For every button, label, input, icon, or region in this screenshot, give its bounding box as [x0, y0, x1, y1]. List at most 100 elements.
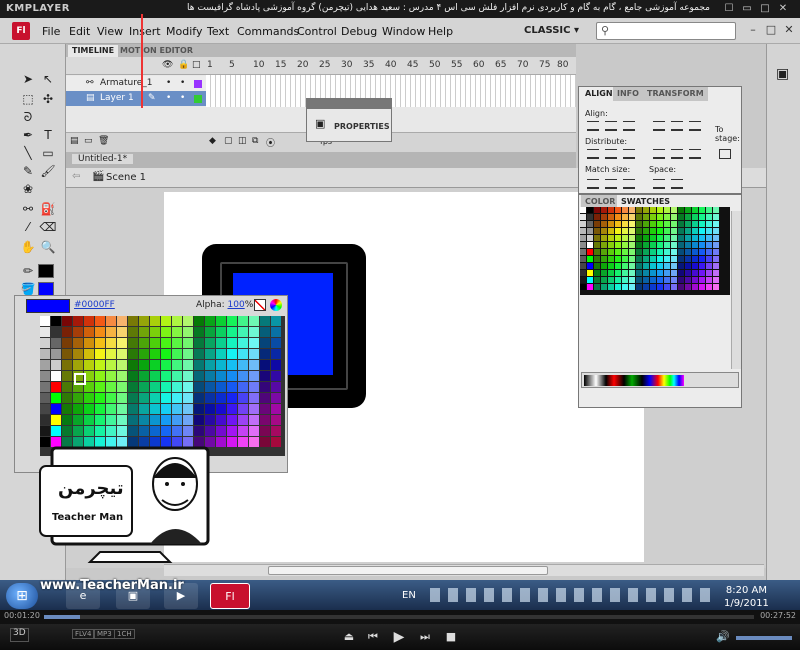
menu-insert[interactable]: Insert — [129, 25, 161, 38]
zoom-tool-icon[interactable]: 🔍 — [38, 238, 58, 256]
color-swatch[interactable] — [601, 256, 607, 262]
color-swatch[interactable] — [587, 249, 593, 255]
app-maximize-button[interactable]: □ — [764, 23, 778, 37]
color-swatch[interactable] — [84, 426, 94, 436]
color-swatch[interactable] — [183, 360, 193, 370]
color-swatch[interactable] — [685, 221, 691, 227]
color-swatch[interactable] — [238, 382, 248, 392]
color-swatch[interactable] — [271, 327, 281, 337]
color-swatch[interactable] — [608, 270, 614, 276]
color-swatch[interactable] — [260, 349, 270, 359]
color-swatch[interactable] — [260, 437, 270, 447]
menu-control[interactable]: Control — [297, 25, 337, 38]
color-swatch[interactable] — [678, 207, 684, 213]
color-swatch[interactable] — [650, 235, 656, 241]
color-swatch[interactable] — [657, 249, 663, 255]
color-swatch[interactable] — [636, 263, 642, 269]
player-minimize-button[interactable]: ☐ — [722, 3, 736, 15]
color-swatch[interactable] — [594, 207, 600, 213]
color-swatch[interactable] — [73, 338, 83, 348]
color-swatch[interactable] — [650, 242, 656, 248]
color-swatch[interactable] — [713, 263, 719, 269]
distribute-vcenter-icon[interactable] — [605, 149, 617, 159]
color-swatch[interactable] — [601, 228, 607, 234]
color-swatch[interactable] — [650, 221, 656, 227]
color-swatch[interactable] — [271, 404, 281, 414]
app-minimize-button[interactable]: – — [746, 23, 760, 37]
color-swatch[interactable] — [227, 371, 237, 381]
ie-taskbar-icon[interactable]: e — [66, 583, 100, 609]
color-swatch[interactable] — [671, 284, 677, 290]
color-swatch[interactable] — [161, 415, 171, 425]
color-swatch[interactable] — [51, 415, 61, 425]
selection-tool-icon[interactable]: ➤ — [18, 70, 38, 88]
color-swatch[interactable] — [40, 382, 50, 392]
color-swatch[interactable] — [657, 270, 663, 276]
color-swatch[interactable] — [40, 360, 50, 370]
color-swatch[interactable] — [636, 228, 642, 234]
color-swatch[interactable] — [216, 349, 226, 359]
color-swatch[interactable] — [678, 228, 684, 234]
color-swatch[interactable] — [216, 393, 226, 403]
color-swatch[interactable] — [128, 415, 138, 425]
color-swatch[interactable] — [183, 349, 193, 359]
color-swatch[interactable] — [172, 382, 182, 392]
system-tray-icons[interactable] — [430, 588, 710, 602]
color-swatch[interactable] — [671, 263, 677, 269]
color-swatch[interactable] — [271, 437, 281, 447]
color-swatch[interactable] — [172, 393, 182, 403]
color-swatch[interactable] — [692, 284, 698, 290]
brush-tool-icon[interactable]: 🖌 — [38, 162, 58, 180]
color-swatch[interactable] — [713, 228, 719, 234]
color-swatch[interactable] — [622, 235, 628, 241]
color-swatch[interactable] — [636, 284, 642, 290]
color-swatch[interactable] — [194, 371, 204, 381]
match-both-icon[interactable] — [623, 179, 635, 189]
align-right-icon[interactable] — [623, 121, 635, 131]
color-swatch[interactable] — [713, 242, 719, 248]
color-swatch[interactable] — [62, 327, 72, 337]
color-swatch[interactable] — [615, 277, 621, 283]
color-swatch[interactable] — [205, 349, 215, 359]
color-swatch[interactable] — [643, 263, 649, 269]
color-swatch[interactable] — [678, 256, 684, 262]
color-swatch[interactable] — [671, 207, 677, 213]
color-swatch[interactable] — [685, 235, 691, 241]
color-swatch[interactable] — [84, 327, 94, 337]
document-tab[interactable]: Untitled-1* — [72, 154, 134, 164]
color-swatch[interactable] — [161, 393, 171, 403]
color-swatch[interactable] — [249, 415, 259, 425]
color-swatch[interactable] — [629, 228, 635, 234]
paint-bucket-tool-icon[interactable]: ⛽ — [38, 200, 58, 218]
color-swatch[interactable] — [580, 256, 586, 262]
next-icon[interactable]: ⏭ — [416, 628, 434, 646]
color-swatch[interactable] — [260, 404, 270, 414]
color-swatch[interactable] — [172, 338, 182, 348]
color-swatch[interactable] — [629, 249, 635, 255]
media-taskbar-icon[interactable]: ▶ — [164, 583, 198, 609]
color-swatch[interactable] — [51, 393, 61, 403]
color-swatch[interactable] — [622, 228, 628, 234]
color-swatch[interactable] — [40, 338, 50, 348]
color-swatch[interactable] — [249, 360, 259, 370]
color-swatch[interactable] — [713, 221, 719, 227]
color-swatch[interactable] — [62, 316, 72, 326]
color-swatch[interactable] — [713, 249, 719, 255]
color-swatch[interactable] — [622, 263, 628, 269]
language-indicator[interactable]: EN — [402, 590, 416, 601]
color-swatch[interactable] — [699, 270, 705, 276]
player-restore-button[interactable]: ▭ — [740, 3, 754, 15]
color-swatch[interactable] — [678, 263, 684, 269]
color-swatch[interactable] — [62, 404, 72, 414]
color-swatch[interactable] — [636, 207, 642, 213]
color-swatch[interactable] — [84, 338, 94, 348]
color-swatch[interactable] — [73, 404, 83, 414]
start-button[interactable]: ⊞ — [6, 583, 38, 609]
color-swatch[interactable] — [615, 270, 621, 276]
distribute-right-icon[interactable] — [689, 149, 701, 159]
color-swatch[interactable] — [62, 338, 72, 348]
color-swatch[interactable] — [594, 221, 600, 227]
previous-icon[interactable]: ⏮ — [364, 628, 382, 646]
eraser-tool-icon[interactable]: ⌫ — [38, 218, 58, 236]
color-swatch[interactable] — [106, 327, 116, 337]
